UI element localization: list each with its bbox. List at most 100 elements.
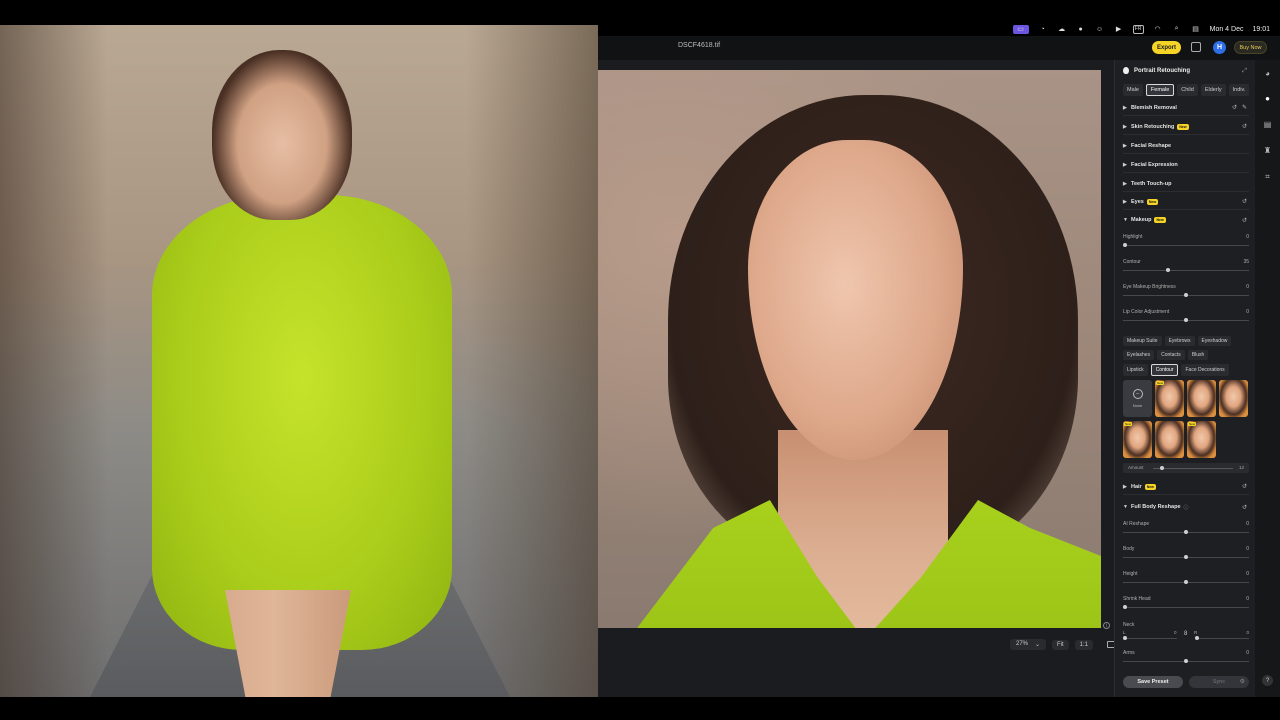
play-icon[interactable]: ▶ bbox=[1114, 25, 1124, 34]
chip-contour[interactable]: Contour bbox=[1150, 364, 1179, 376]
slider-eye-makeup-brightness[interactable]: Eye Makeup Brightness 0 bbox=[1123, 284, 1249, 308]
reset-icon[interactable]: ↺ bbox=[1242, 483, 1247, 490]
section-facial-expression[interactable]: ▶ Facial Expression bbox=[1123, 157, 1249, 173]
wifi-icon[interactable]: ◠ bbox=[1153, 25, 1163, 34]
slider-handle[interactable] bbox=[1123, 605, 1127, 609]
tab-individual[interactable]: Indiv. bbox=[1228, 84, 1250, 96]
slider-handle[interactable] bbox=[1184, 659, 1188, 663]
chip-lipstick[interactable]: Lipstick bbox=[1123, 364, 1148, 376]
palette-icon[interactable]: ◕ bbox=[1262, 68, 1273, 79]
expand-icon[interactable]: ⤢ bbox=[1242, 68, 1247, 75]
tab-elderly[interactable]: Elderly bbox=[1200, 84, 1226, 96]
section-facial-reshape[interactable]: ▶ Facial Reshape bbox=[1123, 138, 1249, 154]
section-teeth-touchup[interactable]: ▶ Teeth Touch-up bbox=[1123, 176, 1249, 192]
chip-eyeshadow[interactable]: Eyeshadow bbox=[1197, 336, 1232, 346]
chip-eyelashes[interactable]: Eyelashes bbox=[1123, 350, 1155, 360]
face-icon[interactable]: ☺ bbox=[1095, 25, 1105, 34]
edited-portrait-photo[interactable] bbox=[598, 70, 1101, 628]
clothing-tool-icon[interactable]: ♜ bbox=[1262, 145, 1273, 156]
amount-slider[interactable]: Amount 12 bbox=[1123, 463, 1249, 473]
slider-handle[interactable] bbox=[1165, 268, 1170, 272]
slider-track[interactable] bbox=[1123, 245, 1249, 246]
chip-blush[interactable]: Blush bbox=[1187, 350, 1209, 360]
neck-right-track[interactable] bbox=[1195, 638, 1249, 639]
tab-male[interactable]: Male bbox=[1123, 84, 1143, 96]
buy-now-button[interactable]: Buy Now bbox=[1234, 41, 1267, 54]
preset-thumbnail[interactable] bbox=[1219, 380, 1248, 417]
reset-icon[interactable]: ↺ bbox=[1242, 123, 1247, 130]
slider-handle[interactable] bbox=[1184, 580, 1188, 584]
record-icon[interactable]: ● bbox=[1076, 25, 1086, 34]
reset-icon[interactable]: ↺ bbox=[1242, 198, 1247, 205]
info-icon[interactable]: i bbox=[1103, 622, 1110, 629]
preset-thumbnail[interactable]: New bbox=[1155, 380, 1184, 417]
save-preset-button[interactable]: Save Preset bbox=[1123, 676, 1183, 688]
editor-canvas[interactable]: i 27% ⌄ Fit 1:1 bbox=[598, 60, 1117, 697]
menubar-date[interactable]: Mon 4 Dec bbox=[1210, 26, 1244, 33]
neck-left-handle[interactable] bbox=[1123, 636, 1127, 640]
preset-none[interactable]: – None bbox=[1123, 380, 1152, 417]
gear-icon[interactable]: ⚙ bbox=[1240, 678, 1245, 685]
preset-thumbnail[interactable] bbox=[1155, 421, 1184, 458]
erase-icon[interactable]: ✎ bbox=[1242, 104, 1247, 111]
chip-contacts[interactable]: Contacts bbox=[1157, 350, 1185, 360]
slider-track[interactable] bbox=[1123, 607, 1249, 608]
chip-face-decorations[interactable]: Face Decorations bbox=[1181, 364, 1229, 376]
split-view-icon[interactable] bbox=[1191, 42, 1201, 52]
link-icon[interactable]: 8 bbox=[1184, 631, 1187, 637]
slider-handle[interactable] bbox=[1184, 530, 1188, 534]
reset-icon[interactable]: ↺ bbox=[1242, 504, 1247, 511]
cloud-icon[interactable]: ☁ bbox=[1057, 25, 1067, 34]
one-to-one-button[interactable]: 1:1 bbox=[1074, 639, 1094, 650]
avatar[interactable]: H bbox=[1213, 41, 1226, 54]
slider-ai-reshape[interactable]: AI Reshape 0 bbox=[1123, 521, 1249, 545]
slider-handle[interactable] bbox=[1184, 318, 1188, 322]
chip-makeup-suite[interactable]: Makeup Suite bbox=[1123, 336, 1162, 346]
info-icon[interactable]: ⓘ bbox=[1184, 504, 1189, 511]
zoom-select[interactable]: 27% ⌄ bbox=[1010, 639, 1046, 650]
fit-button[interactable]: Fit bbox=[1052, 639, 1069, 650]
control-center-icon[interactable]: ▤ bbox=[1191, 25, 1201, 34]
neck-right-handle[interactable] bbox=[1195, 636, 1199, 640]
section-eyes[interactable]: ▶ Eyes New ↺ bbox=[1123, 194, 1249, 210]
section-hair[interactable]: ▶ Hair New ↺ bbox=[1123, 479, 1249, 495]
preset-thumbnail[interactable]: New bbox=[1187, 421, 1216, 458]
menubar-time[interactable]: 19:01 bbox=[1252, 26, 1270, 33]
export-button[interactable]: Export bbox=[1152, 41, 1181, 54]
background-tool-icon[interactable]: ▤ bbox=[1262, 119, 1273, 130]
slider-handle[interactable] bbox=[1184, 555, 1188, 559]
screen-record-icon[interactable]: ▭ bbox=[1012, 24, 1029, 34]
slider-body[interactable]: Body 0 bbox=[1123, 546, 1249, 570]
crop-tool-icon[interactable]: ⌗ bbox=[1262, 171, 1273, 182]
slider-track[interactable] bbox=[1123, 270, 1249, 271]
slider-neck[interactable]: Neck L 0 8 R 0 bbox=[1123, 622, 1249, 646]
search-icon[interactable]: ⌕ bbox=[1172, 25, 1182, 34]
slider-highlight[interactable]: Highlight 0 bbox=[1123, 234, 1249, 258]
section-makeup[interactable]: ▼ Makeup New ↺ bbox=[1123, 212, 1249, 228]
reset-icon[interactable]: ↺ bbox=[1242, 217, 1247, 224]
chip-eyebrows[interactable]: Eyebrows bbox=[1164, 336, 1195, 346]
tab-female[interactable]: Female bbox=[1145, 84, 1175, 96]
sync-button[interactable]: Sync ⚙ bbox=[1189, 676, 1249, 688]
slider-height[interactable]: Height 0 bbox=[1123, 571, 1249, 595]
section-blemish-removal[interactable]: ▶ Blemish Removal ↺ ✎ bbox=[1123, 100, 1249, 116]
slider-contour[interactable]: Contour 35 bbox=[1123, 259, 1249, 283]
help-icon[interactable]: ? bbox=[1262, 675, 1273, 686]
preset-thumbnail[interactable] bbox=[1187, 380, 1216, 417]
section-full-body-reshape[interactable]: ▼ Full Body Reshape ⓘ ↺ bbox=[1123, 499, 1249, 515]
portrait-tool-icon[interactable]: ● bbox=[1262, 93, 1273, 104]
keyboard-input-icon[interactable]: FR bbox=[1132, 24, 1144, 34]
preset-thumbnail[interactable]: New bbox=[1123, 421, 1152, 458]
amount-track[interactable] bbox=[1153, 468, 1233, 469]
reset-icon[interactable]: ↺ bbox=[1232, 104, 1237, 111]
amount-handle[interactable] bbox=[1160, 466, 1164, 470]
sync-status-icon[interactable]: ◔ bbox=[1038, 25, 1048, 34]
slider-handle[interactable] bbox=[1123, 243, 1127, 247]
slider-arms[interactable]: Arms 0 bbox=[1123, 650, 1249, 674]
section-skin-retouching[interactable]: ▶ Skin Retouching New ↺ bbox=[1123, 119, 1249, 135]
neck-left-track[interactable] bbox=[1123, 638, 1177, 639]
slider-shrink-head[interactable]: Shrink Head 0 bbox=[1123, 596, 1249, 620]
slider-handle[interactable] bbox=[1184, 293, 1188, 297]
tab-child[interactable]: Child bbox=[1177, 84, 1198, 96]
slider-lip-color[interactable]: Lip Color Adjustment 0 bbox=[1123, 309, 1249, 333]
